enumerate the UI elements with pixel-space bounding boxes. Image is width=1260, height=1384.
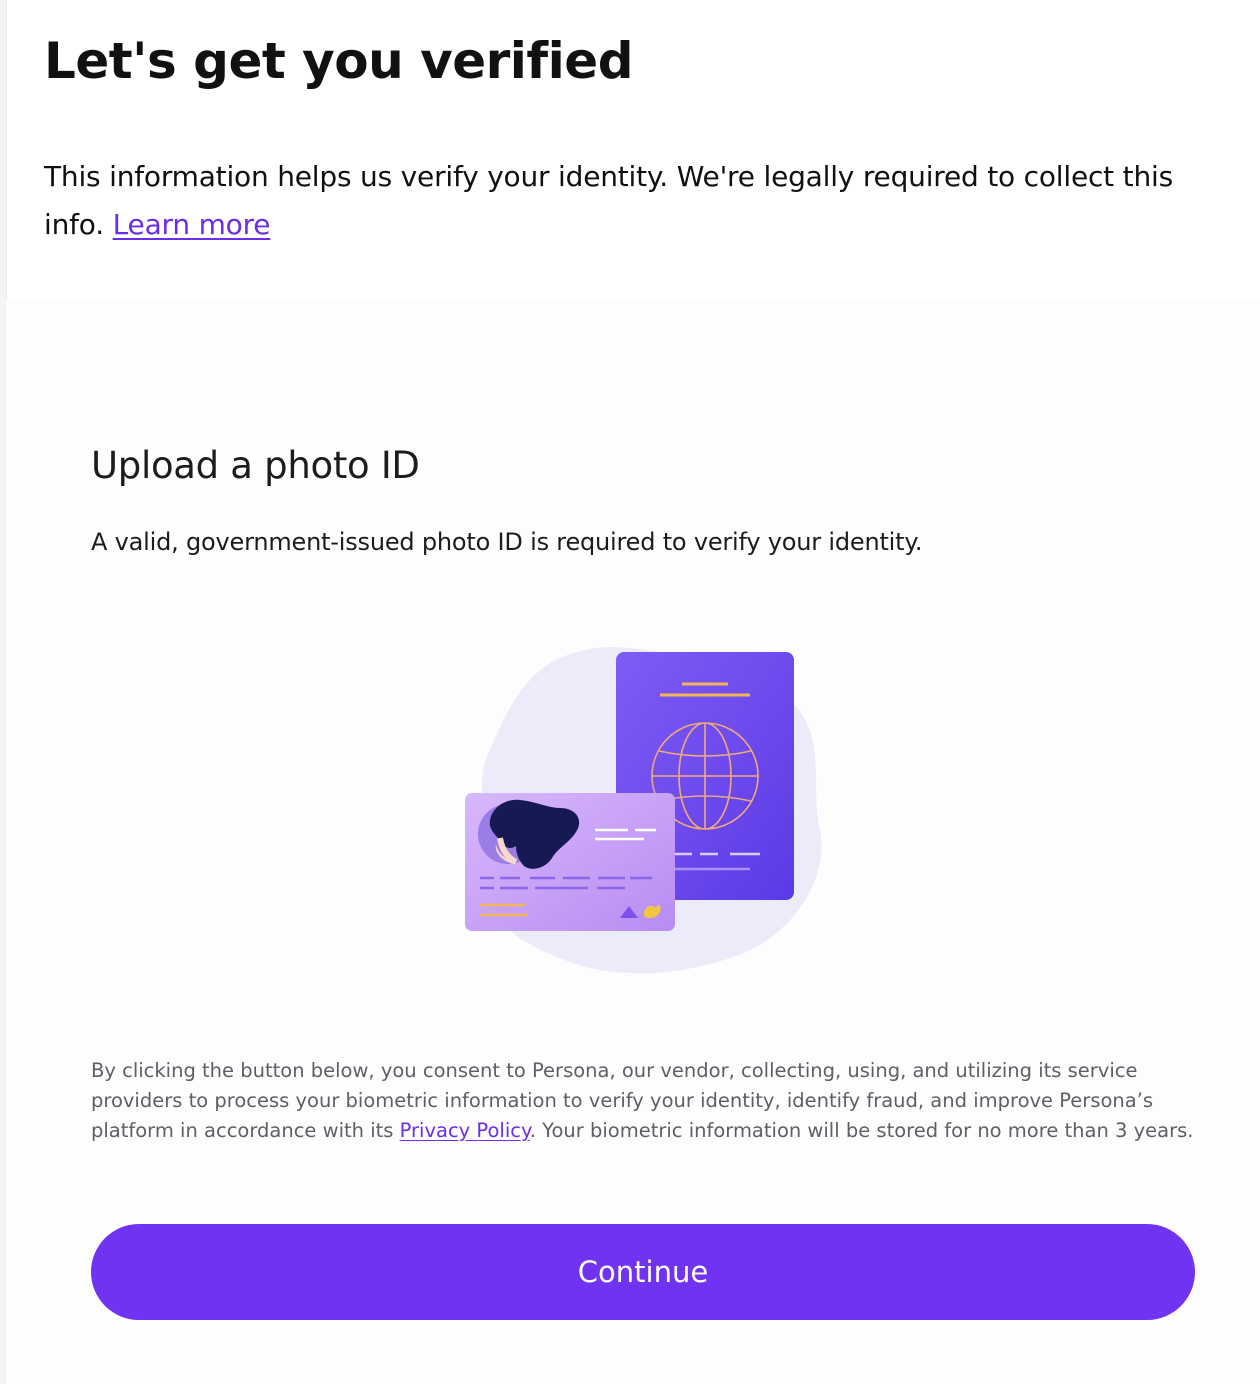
learn-more-link[interactable]: Learn more <box>113 208 271 241</box>
page: Let's get you verified This information … <box>0 0 1260 1384</box>
intro-text: This information helps us verify your id… <box>44 153 1234 249</box>
privacy-policy-link[interactable]: Privacy Policy <box>400 1119 530 1142</box>
page-title: Let's get you verified <box>44 32 634 90</box>
id-illustration <box>460 640 830 980</box>
continue-button[interactable]: Continue <box>91 1224 1195 1320</box>
id-card-and-passport-icon <box>465 647 822 974</box>
consent-text: By clicking the button below, you consen… <box>91 1056 1201 1146</box>
id-card-icon <box>465 793 675 931</box>
section-description: A valid, government-issued photo ID is r… <box>91 528 923 556</box>
section-title: Upload a photo ID <box>91 444 420 487</box>
consent-retention: . Your biometric information will be sto… <box>529 1119 1194 1142</box>
